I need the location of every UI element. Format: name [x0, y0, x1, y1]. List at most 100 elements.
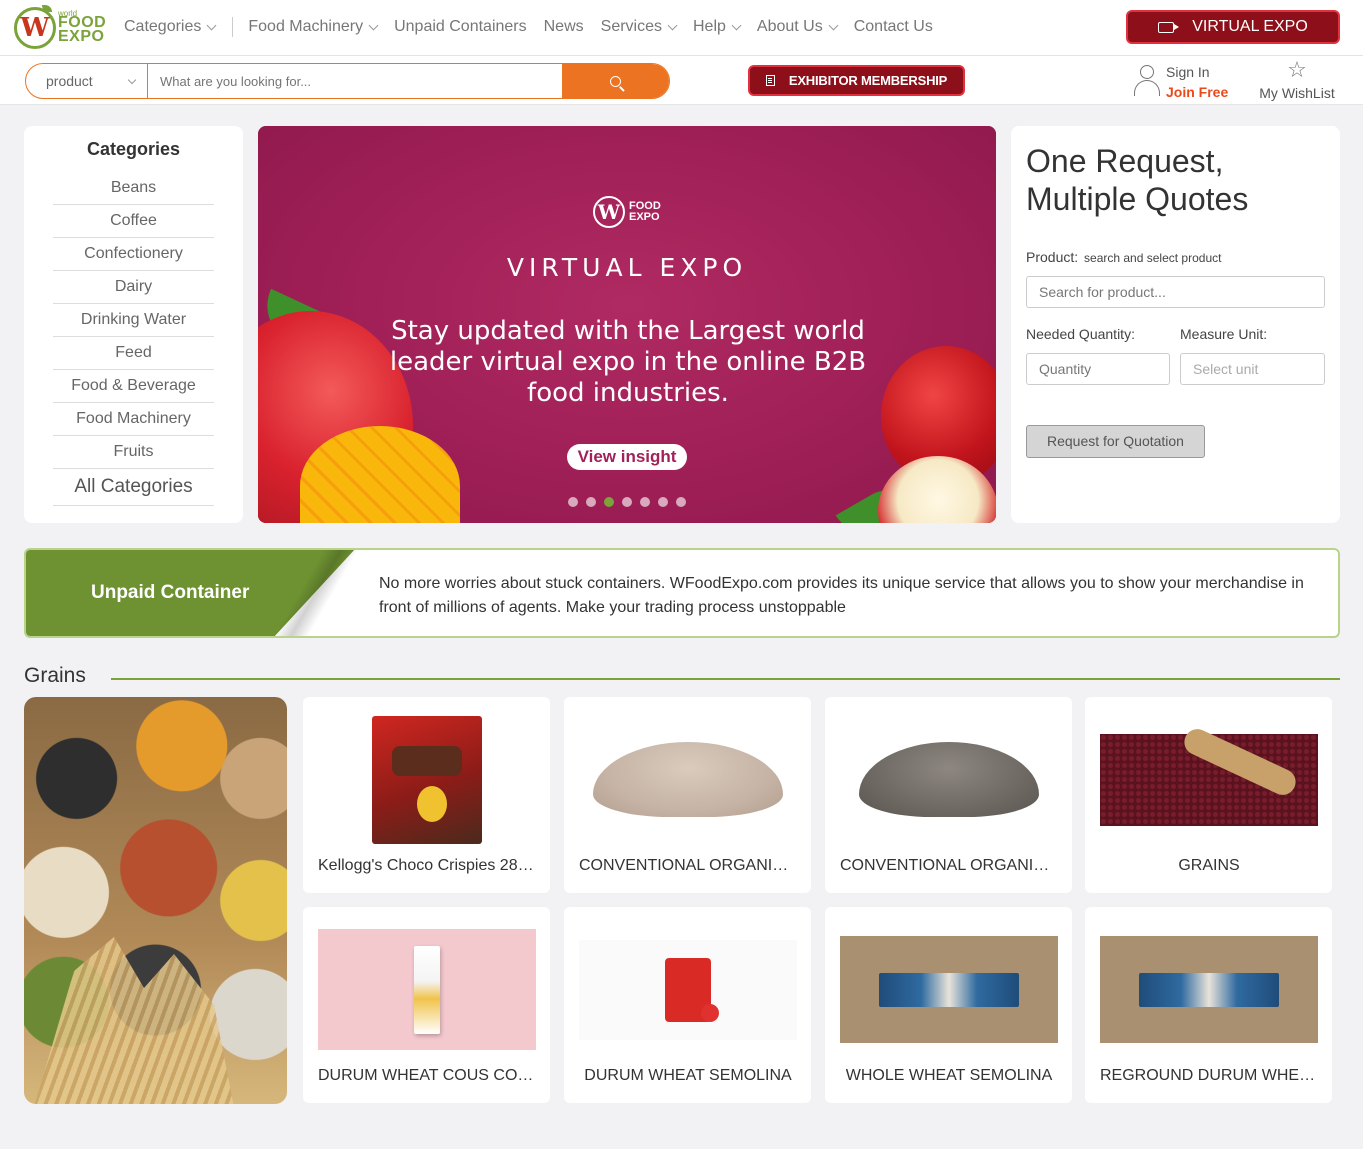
nav-categories[interactable]: Categories: [124, 18, 217, 36]
nav-about-us[interactable]: About Us: [757, 18, 839, 36]
join-free-link[interactable]: Join Free: [1166, 84, 1228, 100]
unpaid-title: Unpaid Container: [91, 582, 250, 603]
carousel-dot[interactable]: [640, 497, 650, 507]
unit-select[interactable]: Select unit: [1180, 353, 1325, 385]
categories-panel: Categories Beans Coffee Confectionery Da…: [24, 126, 243, 523]
account-area: Sign In Join Free: [1133, 62, 1233, 100]
section-divider: [111, 678, 1340, 680]
product-title: REGROUND DURUM WHE…: [1100, 1067, 1316, 1084]
product-image: [579, 712, 797, 847]
banner-title: VIRTUAL EXPO: [506, 253, 748, 282]
logo-text: world FOOD EXPO: [58, 9, 107, 45]
nav-food-machinery[interactable]: Food Machinery: [248, 18, 379, 36]
search-type-select[interactable]: product: [26, 64, 148, 98]
virtual-expo-button[interactable]: VIRTUAL EXPO: [1128, 12, 1338, 42]
search-box: product: [25, 63, 670, 99]
category-item[interactable]: Drinking Water: [53, 304, 214, 337]
chevron-down-icon: [731, 20, 742, 31]
nav-unpaid-containers[interactable]: Unpaid Containers: [394, 18, 527, 36]
product-title: DURUM WHEAT SEMOLINA: [584, 1067, 792, 1084]
quantity-label: Needed Quantity:: [1026, 326, 1135, 342]
product-card[interactable]: GRAINS: [1085, 697, 1332, 893]
product-card[interactable]: CONVENTIONAL ORGANI…: [564, 697, 811, 893]
all-categories-link[interactable]: All Categories: [53, 469, 214, 506]
product-image: [840, 712, 1058, 847]
nav-help[interactable]: Help: [693, 18, 742, 36]
nav-news[interactable]: News: [544, 18, 584, 36]
product-image: [579, 922, 797, 1057]
quote-title: One Request, Multiple Quotes: [1026, 143, 1249, 217]
category-list: Beans Coffee Confectionery Dairy Drinkin…: [53, 172, 214, 506]
carousel-dot[interactable]: [604, 497, 614, 507]
product-image: [318, 922, 536, 1057]
product-label: Product: search and select product: [1026, 249, 1222, 265]
view-insight-button[interactable]: View insight: [567, 444, 687, 470]
search-icon: [610, 75, 621, 87]
top-navbar: W world FOOD EXPO Categories Food Machin…: [0, 0, 1363, 56]
carousel-dot[interactable]: [586, 497, 596, 507]
sign-in-link[interactable]: Sign In: [1166, 64, 1210, 80]
unpaid-description: No more worries about stuck containers. …: [379, 575, 1304, 616]
product-image: [318, 712, 536, 847]
category-item[interactable]: Feed: [53, 337, 214, 370]
nav-divider: [232, 17, 234, 37]
search-input[interactable]: [148, 64, 563, 98]
exhibitor-membership-button[interactable]: EXHIBITOR MEMBERSHIP: [750, 67, 963, 94]
product-card[interactable]: REGROUND DURUM WHE…: [1085, 907, 1332, 1103]
carousel-dot[interactable]: [676, 497, 686, 507]
hero-banner[interactable]: W FOOD EXPO VIRTUAL EXPO Stay updated wit…: [258, 126, 996, 523]
wishlist-label: My WishList: [1259, 85, 1335, 101]
carousel-dot[interactable]: [622, 497, 632, 507]
quote-request-panel: One Request, Multiple Quotes Product: se…: [1011, 126, 1340, 523]
product-card[interactable]: WHOLE WHEAT SEMOLINA: [825, 907, 1072, 1103]
category-item[interactable]: Food Machinery: [53, 403, 214, 436]
chevron-down-icon: [206, 20, 217, 31]
banner-logo: W FOOD EXPO: [593, 196, 673, 228]
categories-title: Categories: [86, 139, 181, 159]
product-card[interactable]: DURUM WHEAT SEMOLINA: [564, 907, 811, 1103]
star-icon: ☆: [1287, 57, 1307, 82]
main-nav: Categories Food Machinery Unpaid Contain…: [124, 17, 950, 37]
unpaid-container-strip[interactable]: Unpaid Container No more worries about s…: [24, 548, 1340, 638]
product-title: DURUM WHEAT COUS CO…: [318, 1067, 534, 1084]
search-bar-row: product EXHIBITOR MEMBERSHIP Sign In Joi…: [0, 56, 1363, 105]
grains-hero-image[interactable]: [24, 697, 287, 1104]
quantity-field[interactable]: Quantity: [1026, 353, 1170, 385]
carousel-dot[interactable]: [568, 497, 578, 507]
nav-contact-us[interactable]: Contact Us: [854, 18, 933, 36]
site-logo[interactable]: W world FOOD EXPO: [14, 5, 106, 49]
carousel-dot[interactable]: [658, 497, 668, 507]
user-icon[interactable]: [1133, 65, 1161, 97]
document-icon: [765, 75, 775, 86]
product-card[interactable]: Kellogg's Choco Crispies 28…: [303, 697, 550, 893]
carousel-dots: [568, 497, 694, 507]
product-search-field[interactable]: Search for product...: [1026, 276, 1325, 308]
product-image: [1100, 712, 1318, 847]
product-title: GRAINS: [1178, 857, 1240, 874]
category-item[interactable]: Food & Beverage: [53, 370, 214, 403]
video-camera-icon: [1158, 21, 1180, 33]
chevron-down-icon: [667, 20, 678, 31]
measure-unit-label: Measure Unit:: [1180, 326, 1268, 342]
request-quotation-button[interactable]: Request for Quotation: [1026, 425, 1205, 458]
wishlist-link[interactable]: ☆ My WishList: [1252, 57, 1342, 102]
product-card[interactable]: DURUM WHEAT COUS CO…: [303, 907, 550, 1103]
banner-text: Stay updated with the Largest world lead…: [389, 316, 867, 408]
category-item[interactable]: Fruits: [53, 436, 214, 469]
product-image: [840, 922, 1058, 1057]
category-item[interactable]: Coffee: [53, 205, 214, 238]
chevron-down-icon: [127, 75, 137, 85]
product-card[interactable]: CONVENTIONAL ORGANI…: [825, 697, 1072, 893]
product-title: WHOLE WHEAT SEMOLINA: [845, 1067, 1053, 1084]
category-item[interactable]: Confectionery: [53, 238, 214, 271]
chevron-down-icon: [368, 20, 379, 31]
section-title: Grains: [24, 664, 86, 687]
product-title: Kellogg's Choco Crispies 28…: [318, 857, 534, 874]
search-button[interactable]: [562, 64, 669, 98]
nav-services[interactable]: Services: [601, 18, 678, 36]
category-item[interactable]: Beans: [53, 172, 214, 205]
logo-mark: W: [14, 7, 56, 49]
chevron-down-icon: [828, 20, 839, 31]
category-item[interactable]: Dairy: [53, 271, 214, 304]
product-title: CONVENTIONAL ORGANI…: [579, 857, 789, 874]
